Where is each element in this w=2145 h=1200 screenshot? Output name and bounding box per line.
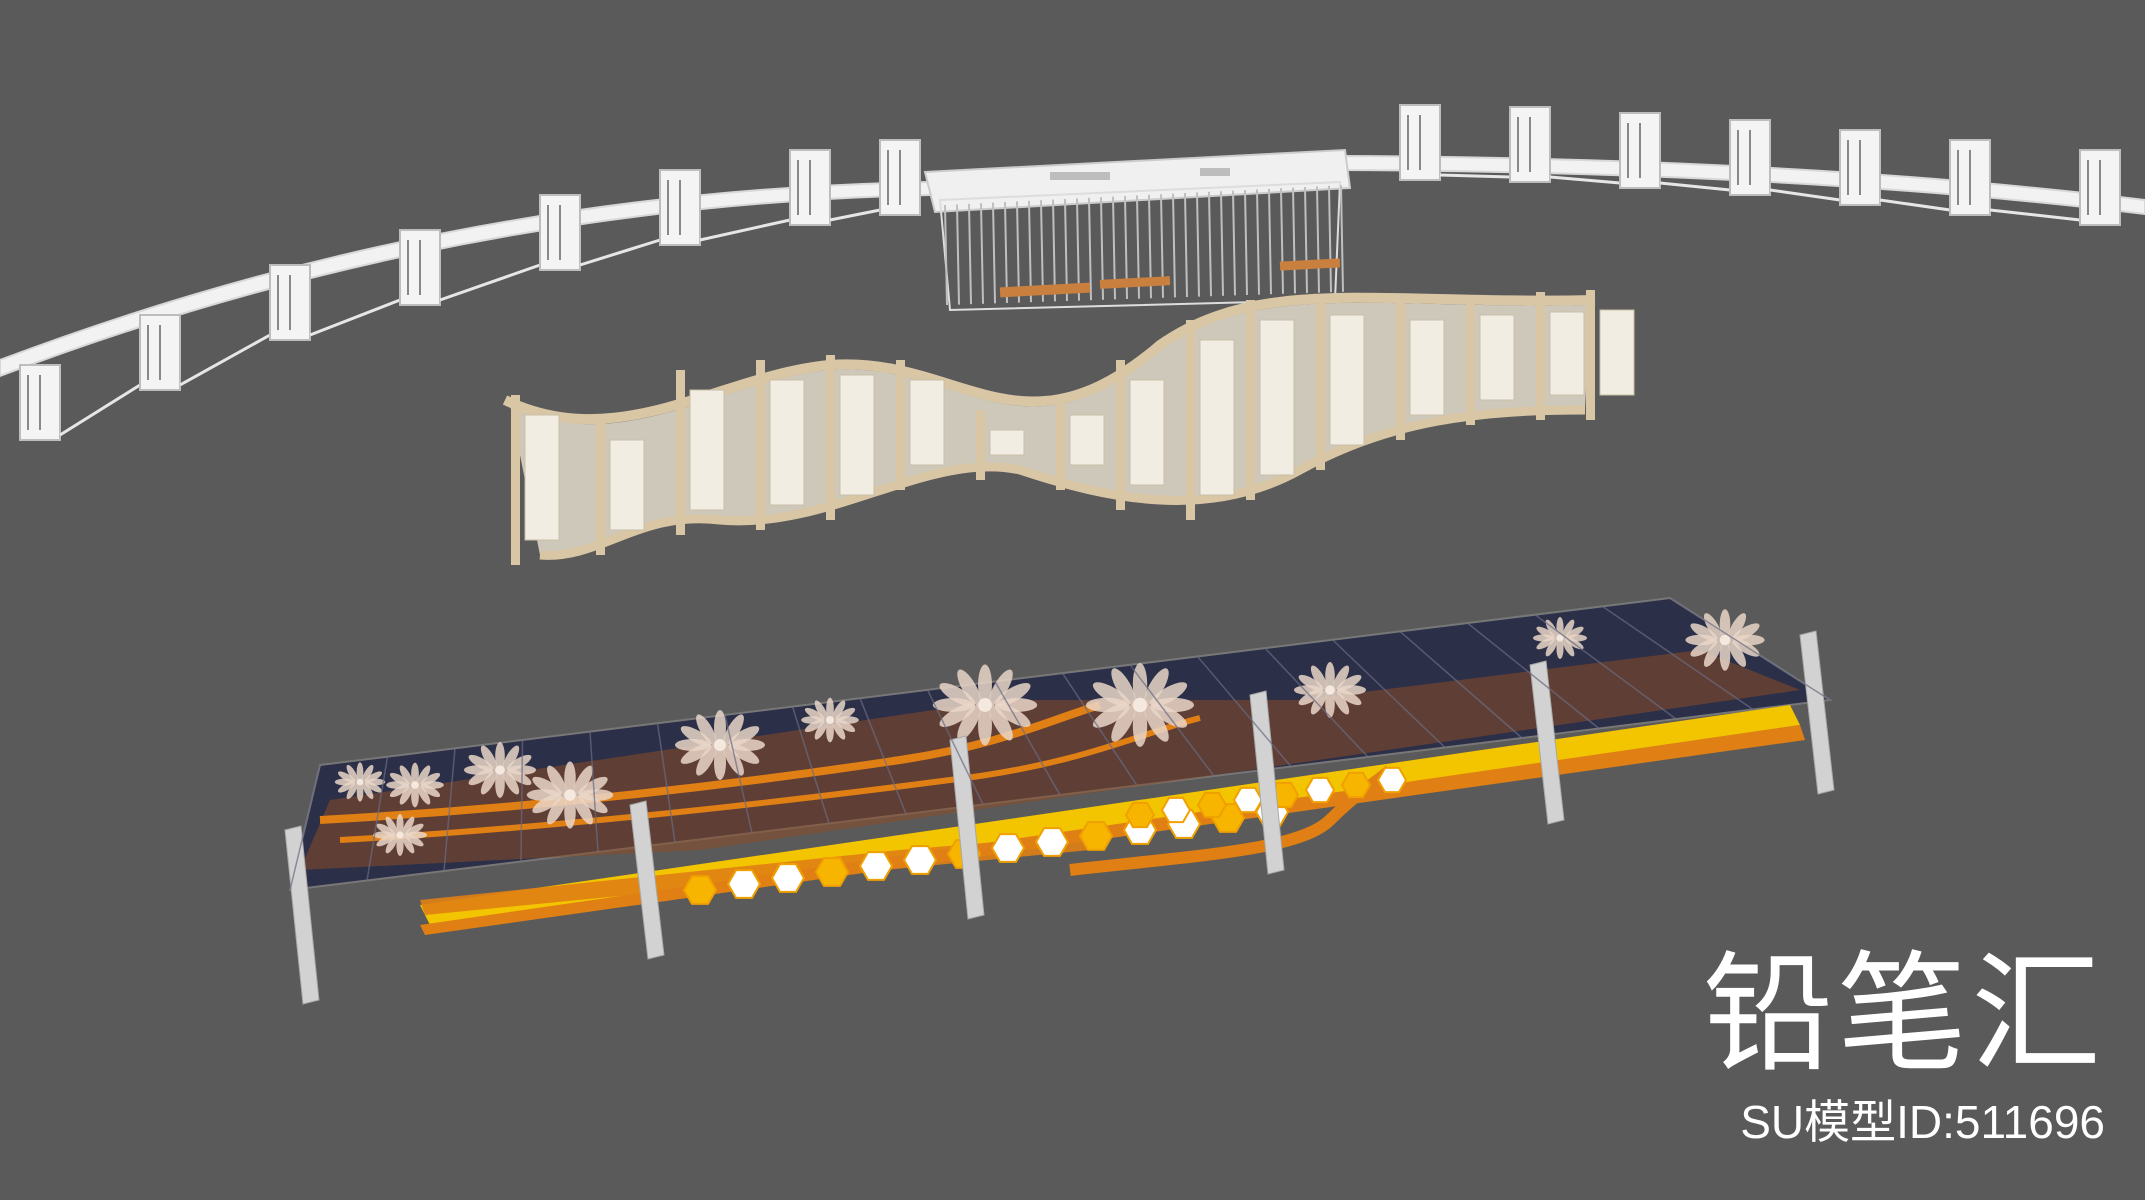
hexagon-cell bbox=[1034, 827, 1070, 857]
screen-post bbox=[1396, 300, 1405, 440]
screen-post bbox=[1466, 295, 1475, 425]
hexagon-cell bbox=[770, 863, 806, 893]
hexagon-cell bbox=[902, 845, 938, 875]
screen-post bbox=[676, 370, 685, 535]
calligraphy-panel bbox=[1479, 314, 1515, 401]
screen-post bbox=[1116, 360, 1125, 510]
hexagon-cell bbox=[726, 869, 762, 899]
screen-post bbox=[1056, 395, 1065, 490]
calligraphy-panel bbox=[1329, 314, 1365, 446]
screen-post bbox=[1586, 290, 1595, 420]
screen-post bbox=[1246, 300, 1255, 500]
calligraphy-panel bbox=[769, 379, 805, 506]
hexagon-cell bbox=[1124, 801, 1156, 829]
screen-post bbox=[826, 355, 835, 520]
model-id-label: SU模型ID:511696 bbox=[1740, 1096, 2105, 1149]
calligraphy-panel bbox=[1129, 379, 1165, 486]
hexagon-cell bbox=[1160, 796, 1192, 824]
screen-post bbox=[1536, 292, 1545, 420]
calligraphy-panel bbox=[609, 439, 645, 531]
hexagon-cell bbox=[1340, 771, 1372, 799]
calligraphy-panel bbox=[1259, 319, 1295, 476]
calligraphy-panel bbox=[1409, 319, 1445, 416]
screen-post bbox=[596, 420, 605, 555]
calligraphy-panel bbox=[1599, 309, 1635, 396]
calligraphy-panel bbox=[839, 374, 875, 496]
hexagon-cell bbox=[1196, 791, 1228, 819]
hexagon-cell bbox=[814, 857, 850, 887]
screen-post bbox=[1316, 295, 1325, 470]
screen-post bbox=[1186, 320, 1195, 520]
calligraphy-panel bbox=[909, 379, 945, 466]
watermark: 铅笔汇 SU模型ID:511696 bbox=[1703, 949, 2105, 1148]
hexagon-cell bbox=[1304, 776, 1336, 804]
hexagon-cell bbox=[858, 851, 894, 881]
hexagon-cell bbox=[682, 875, 718, 905]
hexagon-cell bbox=[1376, 766, 1408, 794]
calligraphy-panel bbox=[1069, 414, 1105, 466]
brand-title: 铅笔汇 bbox=[1702, 938, 2105, 1091]
screen-post bbox=[976, 410, 985, 480]
screen-post bbox=[511, 395, 520, 565]
calligraphy-panel bbox=[1549, 311, 1585, 396]
calligraphy-panel bbox=[1199, 339, 1235, 496]
screen-post bbox=[756, 360, 765, 530]
hexagon-cell bbox=[1078, 821, 1114, 851]
calligraphy-panel bbox=[989, 429, 1025, 456]
calligraphy-panel bbox=[524, 414, 560, 541]
hexagon-cell bbox=[1232, 786, 1264, 814]
hexagon-cell bbox=[990, 833, 1026, 863]
screen-post bbox=[896, 360, 905, 490]
calligraphy-panel bbox=[689, 389, 725, 511]
